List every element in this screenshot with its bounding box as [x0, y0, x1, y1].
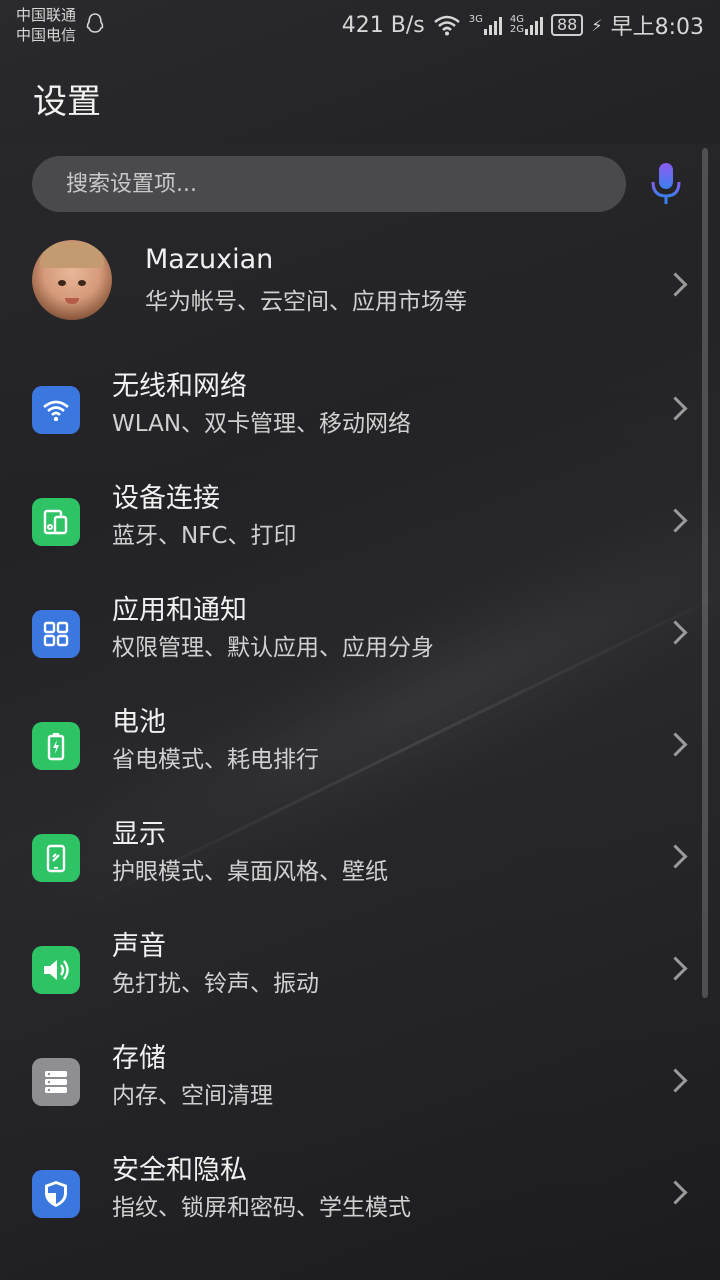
item-subtitle: 省电模式、耗电排行	[112, 747, 319, 773]
item-title: 显示	[112, 819, 166, 850]
clock: 早上8:03	[610, 15, 704, 40]
avatar	[32, 240, 112, 320]
shield-icon	[32, 1170, 80, 1218]
chevron-right-icon	[663, 508, 688, 533]
search-bar[interactable]	[32, 156, 626, 212]
signal-sim1: 3G	[469, 15, 502, 35]
charging-icon: ⚡	[591, 15, 603, 35]
search-input[interactable]	[64, 170, 588, 198]
settings-item-wireless-network[interactable]: 无线和网络 WLAN、双卡管理、移动网络	[0, 354, 720, 466]
chevron-right-icon	[663, 620, 688, 645]
item-title: 安全和隐私	[112, 1155, 247, 1186]
settings-item-apps-notifications[interactable]: 应用和通知 权限管理、默认应用、应用分身	[0, 578, 720, 690]
device-connect-icon	[32, 498, 80, 546]
voice-search-mic-icon[interactable]	[648, 160, 684, 208]
item-subtitle: 护眼模式、桌面风格、壁纸	[112, 859, 388, 885]
item-title: 应用和通知	[112, 595, 247, 626]
settings-item-battery[interactable]: 电池 省电模式、耗电排行	[0, 690, 720, 802]
carrier-labels: 中国联通 中国电信	[16, 5, 76, 45]
settings-list-container[interactable]: Mazuxian 华为帐号、云空间、应用市场等 无线和网络 WLAN、双卡管理、…	[0, 144, 720, 1280]
net-type-2-bottom: 2G	[509, 24, 524, 35]
settings-item-storage[interactable]: 存储 内存、空间清理	[0, 1026, 720, 1138]
page-title: 设置	[33, 82, 101, 122]
net-type-1: 3G	[468, 14, 483, 25]
chevron-right-icon	[663, 272, 688, 297]
status-bar: 中国联通 中国电信 421 B/s 3G 4G 2G 88 ⚡ 早上8:03	[0, 0, 720, 50]
chevron-right-icon	[663, 396, 688, 421]
settings-item-device-connection[interactable]: 设备连接 蓝牙、NFC、打印	[0, 466, 720, 578]
status-right: 421 B/s 3G 4G 2G 88 ⚡ 早上8:03	[341, 10, 704, 41]
net-speed: 421 B/s	[341, 12, 425, 38]
battery-level: 88	[551, 14, 584, 36]
item-title: 电池	[112, 707, 166, 738]
settings-item-display[interactable]: 显示 护眼模式、桌面风格、壁纸	[0, 802, 720, 914]
item-subtitle: 内存、空间清理	[112, 1083, 273, 1109]
item-title: 存储	[112, 1043, 166, 1074]
signal-sim2: 4G 2G	[510, 15, 543, 35]
signal-bars-1	[483, 15, 502, 35]
chevron-right-icon	[663, 1180, 688, 1205]
item-title: 设备连接	[112, 483, 220, 514]
carrier-2: 中国电信	[16, 26, 77, 44]
item-subtitle: 权限管理、默认应用、应用分身	[112, 635, 434, 661]
profile-name: Mazuxian	[145, 244, 274, 275]
item-title: 无线和网络	[112, 371, 247, 402]
item-subtitle: 蓝牙、NFC、打印	[112, 523, 297, 549]
wifi-icon	[32, 386, 80, 434]
profile-subtitle: 华为帐号、云空间、应用市场等	[145, 289, 467, 315]
display-icon	[32, 834, 80, 882]
signal-bars-2	[525, 15, 543, 35]
item-subtitle: WLAN、双卡管理、移动网络	[112, 411, 412, 437]
item-title: 声音	[112, 931, 166, 962]
chevron-right-icon	[663, 1068, 688, 1093]
chevron-right-icon	[663, 732, 688, 757]
wifi-status-icon	[433, 15, 460, 36]
battery-icon	[32, 722, 80, 770]
qq-notification-icon	[86, 13, 104, 33]
storage-icon	[32, 1058, 80, 1106]
item-subtitle: 免打扰、铃声、振动	[112, 971, 319, 997]
chevron-right-icon	[663, 844, 688, 869]
chevron-right-icon	[663, 956, 688, 981]
apps-grid-icon	[32, 610, 80, 658]
account-profile-row[interactable]: Mazuxian 华为帐号、云空间、应用市场等	[0, 234, 720, 334]
settings-item-security-privacy[interactable]: 安全和隐私 指纹、锁屏和密码、学生模式	[0, 1138, 720, 1250]
speaker-icon	[32, 946, 80, 994]
carrier-1: 中国联通	[16, 6, 77, 24]
settings-item-sound[interactable]: 声音 免打扰、铃声、振动	[0, 914, 720, 1026]
item-subtitle: 指纹、锁屏和密码、学生模式	[112, 1195, 411, 1221]
